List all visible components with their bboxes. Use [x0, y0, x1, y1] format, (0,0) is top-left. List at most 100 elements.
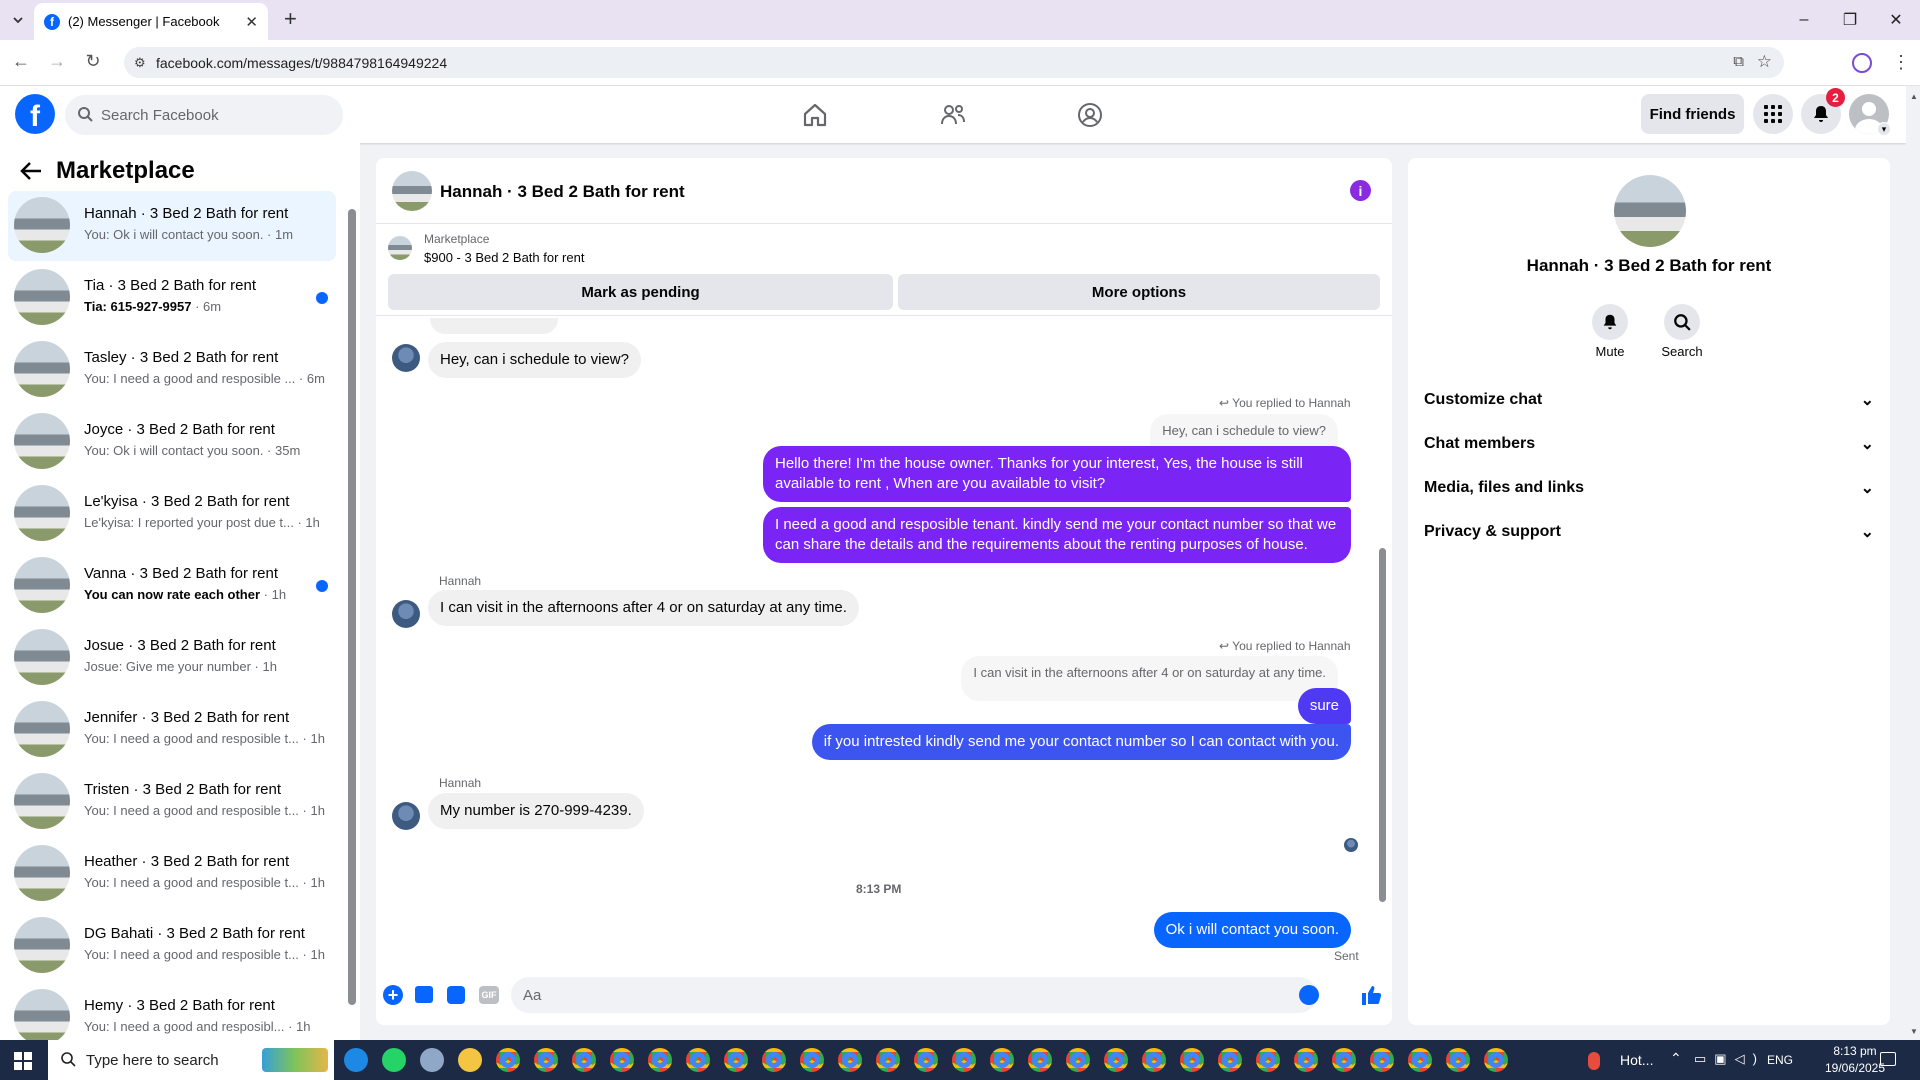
bookmark-star-icon[interactable]: ☆	[1757, 52, 1772, 72]
emoji-icon[interactable]	[1299, 985, 1319, 1005]
search-chat-button[interactable]	[1664, 304, 1700, 340]
chrome-taskbar-icon[interactable]	[1446, 1048, 1470, 1072]
browser-menu-icon[interactable]: ⋮	[1892, 52, 1910, 73]
start-windows-icon[interactable]	[14, 1052, 32, 1070]
media-files-links-row[interactable]: Media, files and links ⌄	[1424, 470, 1874, 506]
chrome-taskbar-icon[interactable]	[686, 1048, 710, 1072]
chrome-taskbar-icon[interactable]	[838, 1048, 862, 1072]
incoming-message[interactable]: My number is 270-999-4239.	[428, 793, 644, 829]
message-input[interactable]: Aa	[511, 977, 1319, 1013]
chrome-taskbar-icon[interactable]	[1332, 1048, 1356, 1072]
chrome-taskbar-icon[interactable]	[1028, 1048, 1052, 1072]
url-field[interactable]: ⚙ facebook.com/messages/t/98847981649492…	[124, 47, 1784, 78]
chrome-taskbar-icon[interactable]	[762, 1048, 786, 1072]
conversation-item[interactable]: Josue · 3 Bed 2 Bath for rent Josue: Give…	[8, 623, 336, 693]
chrome-taskbar-icon[interactable]	[1370, 1048, 1394, 1072]
profile-avatar[interactable]	[1614, 175, 1686, 247]
weather-text[interactable]: Hot...	[1620, 1052, 1653, 1068]
outgoing-message[interactable]: I need a good and resposible tenant. kin…	[763, 507, 1351, 563]
info-icon[interactable]: i	[1350, 180, 1371, 201]
gif-icon[interactable]: GIF	[479, 986, 499, 1004]
conversation-item[interactable]: Tasley · 3 Bed 2 Bath for rent You: I nee…	[8, 335, 336, 405]
conversation-item[interactable]: Vanna · 3 Bed 2 Bath for rent You can now…	[8, 551, 336, 621]
search-facebook-input[interactable]: Search Facebook	[65, 95, 343, 135]
privacy-support-row[interactable]: Privacy & support ⌄	[1424, 514, 1874, 550]
conversation-item[interactable]: Joyce · 3 Bed 2 Bath for rent You: Ok i w…	[8, 407, 336, 477]
conversation-item[interactable]: Tia · 3 Bed 2 Bath for rent Tia: 615-927-…	[8, 263, 336, 333]
chrome-taskbar-icon[interactable]	[1218, 1048, 1242, 1072]
reload-icon[interactable]: ↻	[82, 50, 104, 72]
weather-icon[interactable]	[1588, 1052, 1600, 1070]
chrome-taskbar-icon[interactable]	[610, 1048, 634, 1072]
menu-grid-button[interactable]	[1753, 94, 1793, 134]
chrome-taskbar-icon[interactable]	[914, 1048, 938, 1072]
chat-title[interactable]: Hannah · 3 Bed 2 Bath for rent	[440, 182, 685, 202]
chat-members-row[interactable]: Chat members ⌄	[1424, 426, 1874, 462]
tray-chevron-icon[interactable]: ⌃	[1670, 1050, 1682, 1067]
chrome-taskbar-icon[interactable]	[572, 1048, 596, 1072]
listing-title[interactable]: $900 - 3 Bed 2 Bath for rent	[424, 250, 584, 265]
site-info-icon[interactable]: ⚙	[134, 55, 146, 71]
chrome-taskbar-icon[interactable]	[1180, 1048, 1204, 1072]
incoming-message[interactable]: I can visit in the afternoons after 4 or…	[428, 590, 859, 626]
chrome-taskbar-icon[interactable]	[1104, 1048, 1128, 1072]
facebook-logo-icon[interactable]: f	[15, 94, 55, 134]
outgoing-message[interactable]: Hello there! I'm the house owner. Thanks…	[763, 446, 1351, 502]
back-icon[interactable]: ←	[10, 50, 32, 72]
notification-center-icon[interactable]	[1880, 1052, 1896, 1066]
install-app-icon[interactable]: ⧉	[1733, 53, 1744, 70]
outgoing-message[interactable]: Ok i will contact you soon.	[1153, 912, 1351, 948]
groups-icon[interactable]	[1076, 101, 1104, 129]
language-indicator[interactable]: ENG	[1767, 1053, 1793, 1067]
chrome-taskbar-icon[interactable]	[496, 1048, 520, 1072]
chrome-taskbar-icon[interactable]	[876, 1048, 900, 1072]
sticker-icon[interactable]	[447, 986, 465, 1004]
chrome-taskbar-icon[interactable]	[990, 1048, 1014, 1072]
taskbar-app-icon[interactable]	[382, 1048, 406, 1072]
plus-icon[interactable]: +	[383, 985, 403, 1005]
taskbar-search-box[interactable]: Type here to search	[48, 1040, 334, 1080]
outgoing-message[interactable]: sure	[1297, 688, 1351, 724]
listing-thumbnail[interactable]	[388, 236, 412, 260]
chrome-taskbar-icon[interactable]	[1066, 1048, 1090, 1072]
forward-icon[interactable]: →	[46, 50, 68, 72]
conversation-item[interactable]: Hannah · 3 Bed 2 Bath for rent You: Ok i …	[8, 191, 336, 261]
chrome-taskbar-icon[interactable]	[1142, 1048, 1166, 1072]
chat-scrollbar[interactable]	[1378, 322, 1387, 962]
chrome-taskbar-icon[interactable]	[952, 1048, 976, 1072]
minimize-icon[interactable]: –	[1790, 8, 1818, 32]
quoted-message[interactable]: I can visit in the afternoons after 4 or…	[961, 656, 1338, 701]
photo-icon[interactable]	[415, 986, 433, 1003]
chrome-taskbar-icon[interactable]	[800, 1048, 824, 1072]
account-chevron-icon[interactable]: ▾	[1877, 122, 1891, 136]
taskbar-app-icon[interactable]	[420, 1048, 444, 1072]
conversation-item[interactable]: DG Bahati · 3 Bed 2 Bath for rent You: I …	[8, 911, 336, 981]
chrome-taskbar-icon[interactable]	[1484, 1048, 1508, 1072]
chrome-taskbar-icon[interactable]	[1408, 1048, 1432, 1072]
conversation-item[interactable]: Le'kyisa · 3 Bed 2 Bath for rent Le'kyisa…	[8, 479, 336, 549]
like-thumb-icon[interactable]	[1360, 984, 1382, 1006]
conversation-item[interactable]: Jennifer · 3 Bed 2 Bath for rent You: I n…	[8, 695, 336, 765]
more-options-button[interactable]: More options	[898, 274, 1380, 310]
browser-tab[interactable]: f (2) Messenger | Facebook ✕	[34, 3, 268, 40]
chrome-taskbar-icon[interactable]	[724, 1048, 748, 1072]
outgoing-message[interactable]: if you intrested kindly send me your con…	[811, 724, 1351, 760]
chat-avatar[interactable]	[392, 171, 432, 211]
taskbar-app-icon[interactable]	[458, 1048, 482, 1072]
new-tab-button[interactable]: +	[284, 6, 297, 32]
restore-icon[interactable]: ❐	[1836, 8, 1864, 32]
left-scrollbar[interactable]	[348, 195, 356, 1035]
profile-icon[interactable]	[1852, 53, 1872, 73]
customize-chat-row[interactable]: Customize chat ⌄	[1424, 382, 1874, 418]
mark-as-pending-button[interactable]: Mark as pending	[388, 274, 893, 310]
conversation-item[interactable]: Tristen · 3 Bed 2 Bath for rent You: I ne…	[8, 767, 336, 837]
home-icon[interactable]	[801, 101, 829, 129]
taskbar-app-icon[interactable]	[344, 1048, 368, 1072]
conversation-item[interactable]: Heather · 3 Bed 2 Bath for rent You: I ne…	[8, 839, 336, 909]
tab-list-chevron-icon[interactable]	[10, 12, 26, 28]
find-friends-button[interactable]: Find friends	[1641, 94, 1744, 134]
chrome-taskbar-icon[interactable]	[534, 1048, 558, 1072]
chrome-taskbar-icon[interactable]	[648, 1048, 672, 1072]
page-scrollbar[interactable]: ▲ ▼	[1906, 86, 1920, 1040]
mute-button[interactable]	[1592, 304, 1628, 340]
